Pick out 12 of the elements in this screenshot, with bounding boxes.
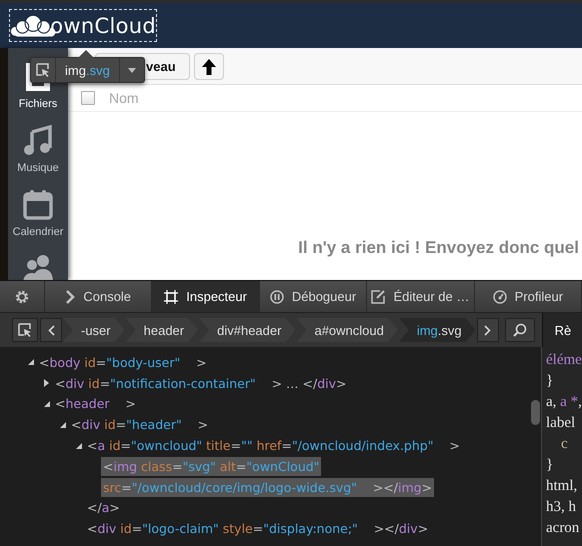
css-declaration: c [560,435,569,454]
css-selector: h3, h [546,498,577,517]
css-selector: éléme [546,351,582,370]
css-selector: a, a *, [546,393,582,412]
logo-text: ownCloud [50,14,156,38]
css-selector: label [546,414,576,433]
node-label: img.svg [55,58,120,82]
css-selector: } [546,456,554,475]
css-selector: acron [546,519,580,538]
css-selector: } [546,372,554,391]
css-selector: html, [546,477,578,496]
empty-message: Il n'y a rien ici ! Envoyez donc quel [298,238,579,258]
